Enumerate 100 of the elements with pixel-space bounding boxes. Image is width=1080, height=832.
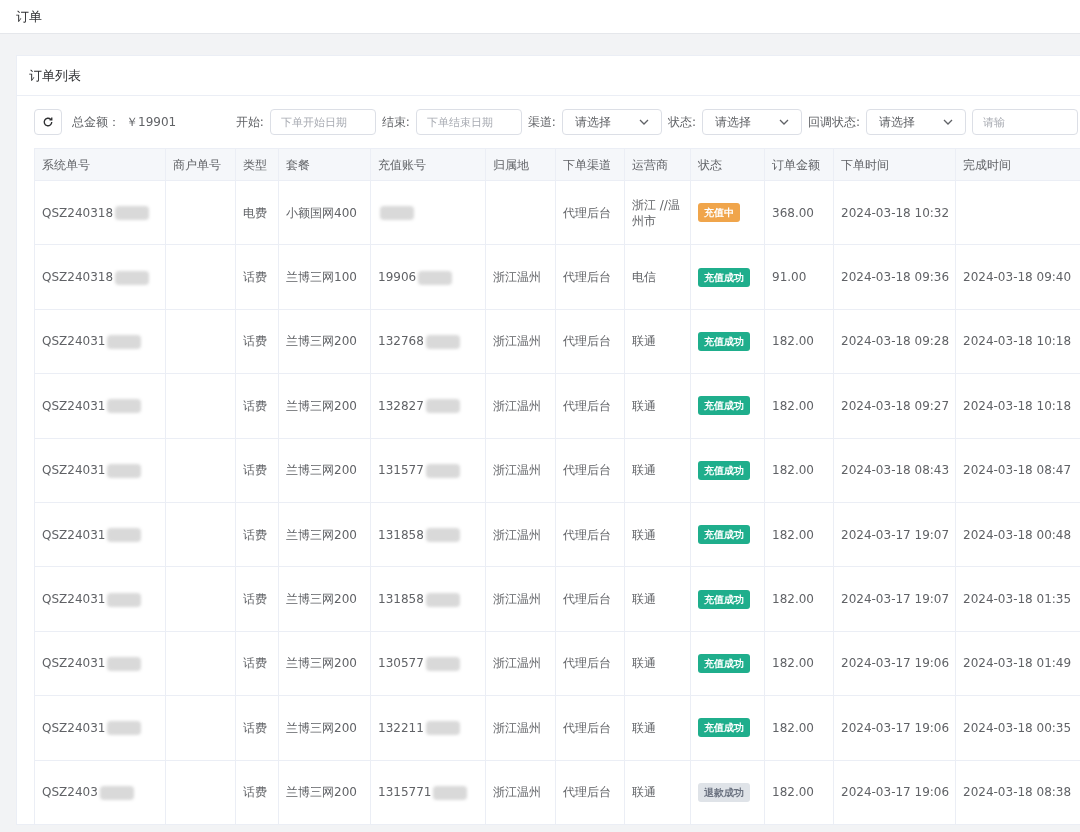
- status-tag: 充值中: [698, 203, 740, 223]
- status-tag: 充值成功: [698, 589, 750, 609]
- column-header: 下单时间: [833, 148, 956, 181]
- table-cell: 代理后台: [563, 463, 611, 478]
- table-cell: 话费: [243, 527, 267, 542]
- filter-input[interactable]: 下单开始日期: [269, 109, 376, 135]
- filter-select[interactable]: 请选择: [701, 109, 802, 135]
- table-cell: 联通: [632, 527, 656, 542]
- column-header: 类型: [235, 148, 279, 181]
- breadcrumb: 订单: [16, 7, 42, 26]
- table-cell: 代理后台: [563, 656, 611, 671]
- table-cell: 联通: [632, 463, 656, 478]
- table-cell: 2024-03-18 01:35: [963, 592, 1072, 607]
- table-cell: QSZ240318: [42, 205, 114, 220]
- chevron-down-icon: [778, 119, 789, 125]
- filter-label: 结束:: [381, 114, 410, 131]
- table-cell: 浙江温州: [493, 270, 541, 285]
- table-cell: 2024-03-18 01:49: [963, 656, 1072, 671]
- table-cell: 2024-03-18 10:18: [963, 398, 1072, 413]
- table-cell: 代理后台: [563, 785, 611, 800]
- column-header: 运营商: [624, 148, 691, 181]
- filter-label: 开始:: [235, 114, 264, 131]
- status-tag: 充值成功: [698, 331, 750, 351]
- table-cell: 1315771: [378, 785, 432, 800]
- table-cell: 182.00: [772, 592, 814, 607]
- table-cell: 联通: [632, 656, 656, 671]
- table-cell: 兰博三网200: [286, 720, 357, 735]
- column-header: 归属地: [485, 148, 556, 181]
- table-cell: 兰博三网200: [286, 463, 357, 478]
- filter-label: 渠道:: [527, 114, 556, 131]
- table-cell: 浙江温州: [493, 398, 541, 413]
- table-cell: 182.00: [772, 785, 814, 800]
- table-cell: 话费: [243, 398, 267, 413]
- table-cell: 131858: [378, 527, 424, 542]
- table-cell: 2024-03-18 09:40: [963, 270, 1072, 285]
- table-cell: 话费: [243, 720, 267, 735]
- filter-select[interactable]: 请选择: [866, 109, 966, 135]
- table-cell: 话费: [243, 656, 267, 671]
- table-cell: 182.00: [772, 334, 814, 349]
- chevron-down-icon: [638, 119, 649, 125]
- table-cell: 2024-03-17 19:07: [841, 592, 950, 607]
- table-cell: 话费: [243, 592, 267, 607]
- table-cell: 兰博三网100: [286, 270, 357, 285]
- table-cell: 代理后台: [563, 398, 611, 413]
- table-cell: 2024-03-18 00:48: [963, 527, 1072, 542]
- table-cell: 话费: [243, 270, 267, 285]
- table-cell: 话费: [243, 785, 267, 800]
- table-cell: 联通: [632, 592, 656, 607]
- table-cell: QSZ240318: [42, 270, 114, 285]
- table-cell: 2024-03-18 10:18: [963, 334, 1072, 349]
- table-cell: QSZ24031: [42, 656, 106, 671]
- status-tag: 退款成功: [698, 782, 750, 802]
- column-header: 套餐: [278, 148, 371, 181]
- table-cell: 132827: [378, 398, 424, 413]
- table-cell: 兰博三网200: [286, 398, 357, 413]
- table-cell: 2024-03-18 09:36: [841, 270, 950, 285]
- card-title: 订单列表: [29, 66, 81, 85]
- table-cell: QSZ24031: [42, 592, 106, 607]
- table-cell: 2024-03-18 09:28: [841, 334, 950, 349]
- table-cell: 浙江温州: [493, 720, 541, 735]
- table-cell: 联通: [632, 334, 656, 349]
- column-header: 完成时间: [955, 148, 1080, 181]
- table-cell: 话费: [243, 334, 267, 349]
- chevron-down-icon: [943, 119, 953, 125]
- status-tag: 充值成功: [698, 653, 750, 673]
- table-cell: QSZ24031: [42, 398, 106, 413]
- column-header: 充值账号: [370, 148, 486, 181]
- table-cell: 2024-03-18 00:35: [963, 720, 1072, 735]
- filter-input[interactable]: 下单结束日期: [415, 109, 522, 135]
- table-cell: 91.00: [772, 270, 807, 285]
- table-cell: 2024-03-17 19:07: [841, 527, 950, 542]
- table-cell: 浙江温州: [493, 527, 541, 542]
- table-cell: 浙江温州: [493, 785, 541, 800]
- table-cell: 兰博三网200: [286, 592, 357, 607]
- column-header: 下单渠道: [555, 148, 625, 181]
- table-cell: 130577: [378, 656, 424, 671]
- table-cell: 2024-03-18 10:32: [841, 205, 950, 220]
- table-cell: 2024-03-17 19:06: [841, 785, 950, 800]
- table-cell: 话费: [243, 463, 267, 478]
- table-cell: 182.00: [772, 398, 814, 413]
- table-cell: 132211: [378, 720, 424, 735]
- table-cell: 兰博三网200: [286, 785, 357, 800]
- status-tag: 充值成功: [698, 525, 750, 545]
- table-cell: 131858: [378, 592, 424, 607]
- filter-input[interactable]: 请输: [972, 109, 1078, 135]
- table-cell: 兰博三网200: [286, 334, 357, 349]
- table-cell: 182.00: [772, 463, 814, 478]
- table-cell: 代理后台: [563, 205, 611, 220]
- status-tag: 充值成功: [698, 267, 750, 287]
- refresh-button[interactable]: [34, 109, 62, 135]
- table-cell: 浙江温州: [493, 463, 541, 478]
- table-cell: 2024-03-18 09:27: [841, 398, 950, 413]
- refresh-icon: [42, 116, 54, 128]
- filter-select[interactable]: 请选择: [561, 109, 662, 135]
- table-cell: QSZ24031: [42, 463, 106, 478]
- table-cell: QSZ24031: [42, 334, 106, 349]
- status-tag: 充值成功: [698, 396, 750, 416]
- column-header: 订单金额: [764, 148, 834, 181]
- table-cell: 182.00: [772, 527, 814, 542]
- table-cell: 代理后台: [563, 270, 611, 285]
